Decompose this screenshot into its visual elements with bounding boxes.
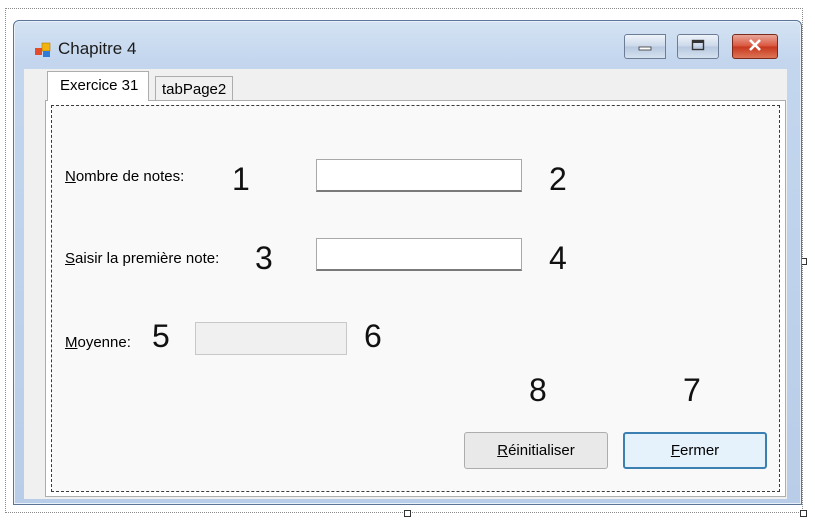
annotation-2: 2 (549, 161, 567, 197)
minimize-icon (638, 38, 652, 56)
moyenne-label: Moyenne: (65, 334, 131, 351)
nombre-de-notes-label: Nombre de notes: (65, 168, 185, 185)
annotation-1: 1 (232, 161, 250, 197)
annotation-7: 7 (683, 372, 701, 408)
saisir-premiere-note-input[interactable] (316, 238, 522, 271)
nombre-de-notes-input[interactable] (316, 159, 522, 192)
maximize-button[interactable] (677, 34, 719, 59)
annotation-8: 8 (529, 372, 547, 408)
resize-handle-corner[interactable] (800, 510, 807, 517)
reinitialiser-button[interactable]: Réinitialiser (464, 432, 608, 469)
title-bar[interactable]: Chapitre 4 (14, 21, 801, 69)
windows-form-icon (34, 42, 52, 58)
tab-page-selection: Nombre de notes: 1 2 Saisir la première … (51, 105, 780, 492)
moyenne-output (195, 322, 347, 355)
annotation-5: 5 (152, 318, 170, 354)
close-icon (748, 38, 762, 56)
resize-handle-bottom[interactable] (404, 510, 411, 517)
tab-page: Nombre de notes: 1 2 Saisir la première … (45, 100, 786, 497)
annotation-6: 6 (364, 318, 382, 354)
annotation-3: 3 (255, 240, 273, 276)
saisir-premiere-note-label: Saisir la première note: (65, 250, 220, 267)
minimize-button[interactable] (624, 34, 666, 59)
maximize-icon (691, 38, 705, 56)
window-title: Chapitre 4 (58, 39, 137, 58)
tab-exercice-31[interactable]: Exercice 31 (47, 71, 150, 101)
annotation-4: 4 (549, 240, 567, 276)
form-client-area: Exercice 31 tabPage2 Nombre de notes: 1 … (24, 69, 787, 499)
tab-tabpage2[interactable]: tabPage2 (155, 76, 234, 101)
fermer-button[interactable]: Fermer (623, 432, 767, 469)
form-window: Chapitre 4 Exercice 31 tabPage2 Nombre d… (13, 20, 802, 505)
close-window-button[interactable] (732, 34, 778, 59)
